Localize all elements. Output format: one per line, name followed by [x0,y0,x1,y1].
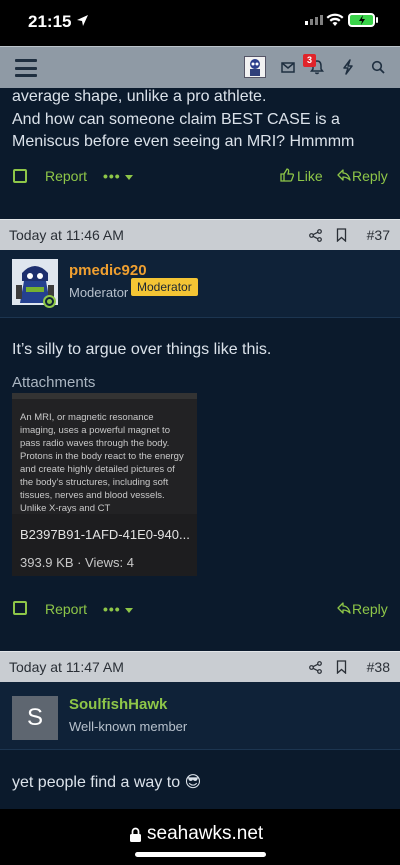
post-number-link[interactable]: #38 [367,659,390,675]
sunglasses-emoji-icon: 😎 [184,772,202,791]
prev-post-text-line: And how can someone claim BEST CASE is a [12,111,340,128]
user-title: Moderator [69,285,129,300]
chevron-down-icon [125,175,133,180]
report-link[interactable]: Report [45,168,87,184]
share-icon[interactable] [309,661,322,674]
more-actions-button[interactable]: ••• [103,601,121,617]
attachment-filename[interactable]: B2397B91-1AFD-41E0-940... [20,527,190,542]
menu-icon[interactable] [15,59,37,77]
post-footer: Report ••• Reply [0,594,400,624]
post-header: Today at 11:47 AM #38 [0,651,400,682]
prev-post-text-line: average shape, unlike a pro athlete. [12,88,267,105]
attachment-meta: 393.9 KB · Views: 4 [20,555,134,570]
more-actions-button[interactable]: ••• [103,168,121,184]
reply-icon [337,169,351,181]
cellular-signal-icon [305,15,323,25]
wifi-icon [326,13,344,26]
user-title: Well-known member [69,719,188,734]
prev-post-text-line: Meniscus before even seeing an MRI? Hmmm… [12,133,355,150]
attachment-card[interactable]: An MRI, or magnetic resonance imaging, u… [12,393,197,576]
status-time: 21:15 [28,12,72,31]
attachment-preview-text: An MRI, or magnetic resonance imaging, u… [20,412,184,514]
location-arrow-icon [77,15,88,26]
share-icon[interactable] [309,229,322,242]
username-link[interactable]: SoulfishHawk [69,696,167,713]
alert-count-badge: 3 [303,54,316,67]
select-checkbox[interactable] [13,601,27,615]
inbox-icon[interactable] [281,62,295,73]
post-body: It’s silly to argue over things like thi… [12,341,272,358]
attachments-label: Attachments [12,374,96,391]
thumbs-up-icon [280,168,294,182]
like-link[interactable]: Like [297,168,323,184]
post-number-link[interactable]: #37 [367,227,390,243]
lock-icon [130,827,141,842]
post-body-text: yet people find a way to [12,774,181,791]
reply-link[interactable]: Reply [352,601,388,617]
bolt-icon[interactable] [341,59,355,75]
status-bar: 21:15 [0,0,400,46]
bookmark-icon[interactable] [336,228,347,242]
search-icon[interactable] [371,60,385,74]
bookmark-icon[interactable] [336,660,347,674]
reply-link[interactable]: Reply [352,168,388,184]
report-link[interactable]: Report [45,601,87,617]
post-date-link[interactable]: Today at 11:47 AM [9,659,124,675]
post-date-link[interactable]: Today at 11:46 AM [9,227,124,243]
username-link[interactable]: pmedic920 [69,262,147,279]
chevron-down-icon [125,608,133,613]
prev-post-footer: Report ••• Like Reply [0,162,400,192]
moderator-badge: Moderator [131,278,198,296]
online-status-icon [43,295,56,308]
home-indicator [135,852,266,857]
select-checkbox[interactable] [13,169,27,183]
reply-icon [337,602,351,614]
battery-icon [348,13,375,27]
battery-tip [376,17,378,23]
post-user-band: pmedic920 Moderator Moderator [0,250,400,318]
user-avatar[interactable]: S [12,696,58,740]
attachment-thumbnail[interactable]: An MRI, or magnetic resonance imaging, u… [12,393,197,514]
post-body: yet people find a way to 😎 [12,771,392,793]
post-user-band: S SoulfishHawk Well-known member [0,682,400,750]
top-navbar: 3 [0,46,400,88]
post-header: Today at 11:46 AM #37 [0,219,400,250]
url-text[interactable]: seahawks.net [147,823,263,845]
account-avatar[interactable] [244,56,266,78]
